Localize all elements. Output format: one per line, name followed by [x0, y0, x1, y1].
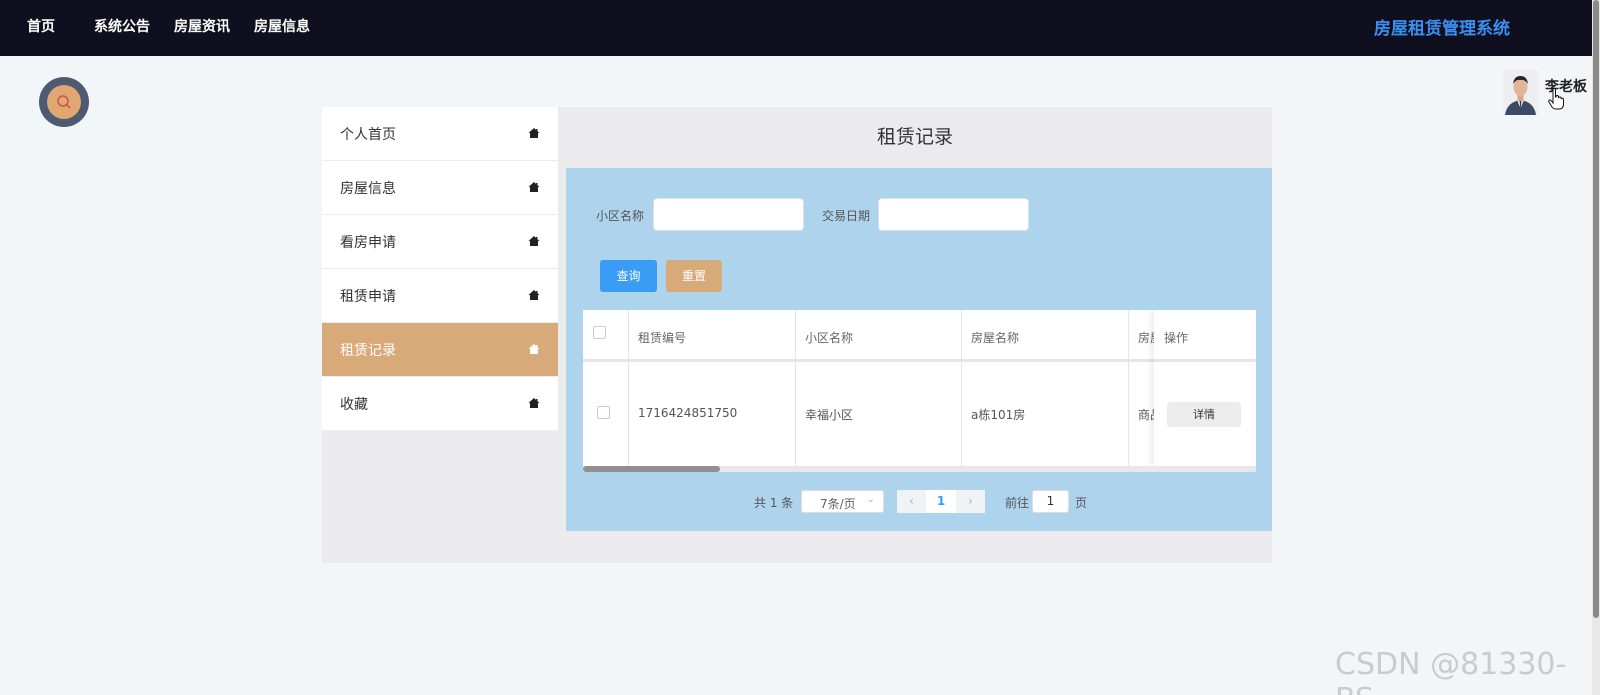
page-number-current[interactable]: 1 [926, 490, 956, 513]
column-header: 房屋名称 [971, 331, 1020, 345]
action-column: 操作 详情 [1154, 310, 1256, 466]
sidebar-item-favorites[interactable]: 收藏 [322, 377, 558, 431]
community-label: 小区名称 [596, 209, 645, 223]
trade-date-input[interactable] [878, 198, 1029, 231]
home-icon [528, 290, 540, 300]
goto-page-input[interactable]: 1 [1032, 490, 1069, 513]
sidebar-item-label: 看房申请 [340, 235, 396, 251]
chevron-down-icon: ⌄ [866, 494, 875, 505]
home-icon [528, 182, 540, 192]
home-icon [528, 236, 540, 246]
column-divider [961, 310, 962, 466]
prev-page-button[interactable]: ‹ [897, 490, 926, 513]
home-icon [528, 398, 540, 408]
search-button[interactable] [39, 77, 89, 127]
reset-button[interactable]: 重置 [666, 260, 722, 292]
row-checkbox[interactable] [597, 406, 610, 419]
next-page-button[interactable]: › [956, 490, 985, 513]
watermark: CSDN @81330-BS [1335, 647, 1567, 695]
page-size-select[interactable]: 7条/页 ⌄ [801, 490, 884, 513]
brand-title: 房屋租赁管理系统 [1374, 19, 1510, 39]
detail-button[interactable]: 详情 [1167, 402, 1241, 427]
page-size-value: 7条/页 [820, 497, 856, 511]
hand-cursor-icon [1548, 88, 1564, 110]
nav-home[interactable]: 首页 [27, 16, 55, 36]
sidebar-item-profile-home[interactable]: 个人首页 [322, 107, 558, 161]
nav-house-info[interactable]: 房屋信息 [254, 16, 310, 36]
query-button[interactable]: 查询 [600, 260, 657, 292]
home-icon [528, 344, 540, 354]
avatar-photo [1503, 70, 1538, 115]
table-scrollbar-thumb[interactable] [583, 466, 720, 472]
sidebar-item-label: 租赁记录 [340, 343, 396, 359]
nav-announcements[interactable]: 系统公告 [94, 16, 150, 36]
page-suffix: 页 [1075, 496, 1088, 510]
sidebar-item-rental-records[interactable]: 租赁记录 [322, 323, 558, 377]
home-icon [528, 128, 540, 138]
header-divider [1154, 359, 1256, 362]
goto-label: 前往 [1005, 496, 1030, 510]
sidebar-item-label: 房屋信息 [340, 181, 396, 197]
sidebar-item-viewing-requests[interactable]: 看房申请 [322, 215, 558, 269]
column-divider [1128, 310, 1129, 466]
sidebar-menu: 个人首页 房屋信息 看房申请 租赁申请 租赁记录 收藏 [322, 107, 558, 431]
search-icon [57, 95, 71, 109]
trade-date-label: 交易日期 [822, 209, 871, 223]
sidebar-item-rental-requests[interactable]: 租赁申请 [322, 269, 558, 323]
column-header: 租赁编号 [638, 331, 687, 345]
sidebar-item-label: 租赁申请 [340, 289, 396, 305]
table-scrollbar[interactable] [583, 466, 1256, 472]
sidebar-item-label: 收藏 [340, 397, 368, 413]
sidebar-item-label: 个人首页 [340, 127, 396, 143]
community-input[interactable] [653, 198, 804, 231]
house-name-cell: a栋101房 [971, 408, 1026, 422]
nav-house-news[interactable]: 房屋资讯 [174, 16, 230, 36]
column-header: 操作 [1164, 331, 1189, 345]
community-cell: 幸福小区 [805, 408, 854, 422]
rental-id-cell: 1716424851750 [638, 406, 738, 420]
page-scrollbar[interactable] [1592, 0, 1600, 695]
total-count: 共 1 条 [754, 496, 794, 510]
select-all-checkbox[interactable] [593, 326, 606, 339]
page-title: 租赁记录 [876, 126, 953, 148]
records-table: 租赁编号 小区名称 房屋名称 房屋 1716424851750 幸福小区 a栋1… [583, 310, 1256, 472]
top-navbar: 首页 系统公告 房屋资讯 房屋信息 房屋租赁管理系统 [0, 0, 1592, 56]
column-divider [628, 310, 629, 466]
avatar[interactable] [1503, 70, 1538, 115]
page-scrollbar-thumb[interactable] [1593, 0, 1599, 618]
sidebar-item-house-info[interactable]: 房屋信息 [322, 161, 558, 215]
column-divider [795, 310, 796, 466]
column-header: 小区名称 [805, 331, 854, 345]
